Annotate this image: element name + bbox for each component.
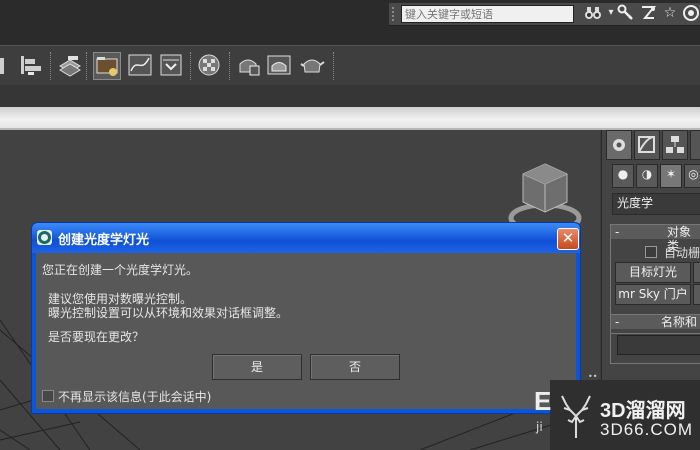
photometric-light-dialog: 创建光度学灯光 ✕ 您正在创建一个光度学灯光。 建议您使用对数曝光控制。 曝光控… bbox=[31, 222, 581, 414]
communication-icon[interactable] bbox=[639, 4, 657, 22]
binoculars-icon[interactable] bbox=[584, 4, 602, 22]
message-exposure-hint: 曝光控制设置可以从环境和效果对话框调整。 bbox=[48, 306, 289, 320]
close-button[interactable]: ✕ bbox=[557, 228, 579, 250]
name-input[interactable] bbox=[617, 335, 700, 355]
main-toolbar bbox=[0, 45, 700, 86]
yes-button[interactable]: 是 bbox=[212, 354, 302, 380]
curve-editor-icon[interactable] bbox=[127, 52, 153, 78]
rendered-frame-icon[interactable] bbox=[266, 52, 292, 78]
modify-tab-icon[interactable] bbox=[634, 130, 660, 160]
key-icon[interactable] bbox=[617, 4, 635, 22]
collapse-icon: - bbox=[615, 315, 620, 329]
render-teapot-icon[interactable] bbox=[299, 52, 325, 78]
search-input[interactable] bbox=[401, 5, 574, 23]
render-setup-icon[interactable] bbox=[235, 52, 261, 78]
align-icon[interactable] bbox=[18, 52, 44, 78]
help-icon[interactable] bbox=[682, 4, 700, 22]
dont-show-again-checkbox[interactable] bbox=[42, 390, 54, 402]
name-color-rollout: - 名称和 bbox=[610, 314, 700, 364]
autogrid-checkbox[interactable] bbox=[645, 246, 657, 258]
rollout-header[interactable]: - 名称和 bbox=[611, 315, 700, 329]
watermark: E ji 3D溜溜网 3D66.COM bbox=[534, 380, 700, 450]
no-button[interactable]: 否 bbox=[310, 354, 400, 380]
layer-icon[interactable] bbox=[56, 52, 82, 78]
toolbar-separator bbox=[190, 52, 192, 80]
watermark-domain: 3D66.COM bbox=[600, 420, 694, 439]
ribbon-strip bbox=[0, 107, 700, 130]
toolbar-separator bbox=[333, 52, 335, 80]
grip-handle bbox=[392, 7, 399, 21]
ribbon-bar bbox=[0, 85, 700, 107]
free-light-button[interactable] bbox=[693, 262, 700, 283]
rollout-header[interactable]: - 对象类 bbox=[611, 225, 700, 253]
watermark-partial-letter: E bbox=[534, 386, 552, 416]
watermark-partial-sub: ji bbox=[536, 420, 543, 434]
dialog-body: 您正在创建一个光度学灯光。 建议您使用对数曝光控制。 曝光控制设置可以从环境和效… bbox=[36, 253, 576, 409]
geometry-icon[interactable]: ● bbox=[612, 164, 634, 188]
material-editor-icon[interactable] bbox=[196, 52, 222, 78]
watermark-brand: 3D溜溜网 bbox=[600, 400, 686, 422]
search-bar: ▾ ☆ bbox=[389, 3, 700, 26]
dialog-title: 创建光度学灯光 bbox=[58, 233, 150, 248]
shapes-icon[interactable]: ◑ bbox=[636, 164, 658, 188]
toolbar-separator bbox=[50, 52, 52, 80]
create-tab-icon[interactable] bbox=[606, 130, 632, 160]
toolbar-separator bbox=[229, 52, 231, 80]
top-bar: ▾ ☆ bbox=[0, 0, 700, 45]
sky-button[interactable] bbox=[693, 284, 700, 305]
lights-icon[interactable]: ✶ bbox=[660, 164, 682, 188]
message-intro: 您正在创建一个光度学灯光。 bbox=[42, 263, 199, 277]
schematic-view-icon[interactable] bbox=[158, 52, 184, 78]
cameras-icon[interactable]: ◎ bbox=[684, 164, 700, 188]
star-icon[interactable]: ☆ bbox=[661, 4, 679, 22]
app-logo-icon bbox=[37, 230, 52, 245]
scene-explorer-icon[interactable] bbox=[93, 52, 121, 80]
collapse-icon: - bbox=[615, 225, 620, 239]
hierarchy-tab-icon[interactable] bbox=[662, 130, 688, 160]
target-light-button[interactable]: 目标灯光 bbox=[615, 262, 691, 283]
autogrid-label: 自动栅 bbox=[664, 246, 700, 260]
motion-tab-icon[interactable] bbox=[690, 130, 700, 160]
toolbar-separator bbox=[86, 52, 88, 80]
dont-show-again-label: 不再显示该信息(于此会话中) bbox=[58, 390, 212, 404]
dialog-title-bar[interactable]: 创建光度学灯光 ✕ bbox=[32, 223, 580, 253]
mr-sky-portal-button[interactable]: mr Sky 门户 bbox=[615, 284, 691, 305]
category-dropdown[interactable]: 光度学 bbox=[612, 193, 700, 215]
rollout-title: 名称和 bbox=[661, 315, 698, 329]
deer-logo-icon bbox=[561, 395, 591, 438]
message-question: 是否要现在更改？ bbox=[48, 330, 145, 344]
